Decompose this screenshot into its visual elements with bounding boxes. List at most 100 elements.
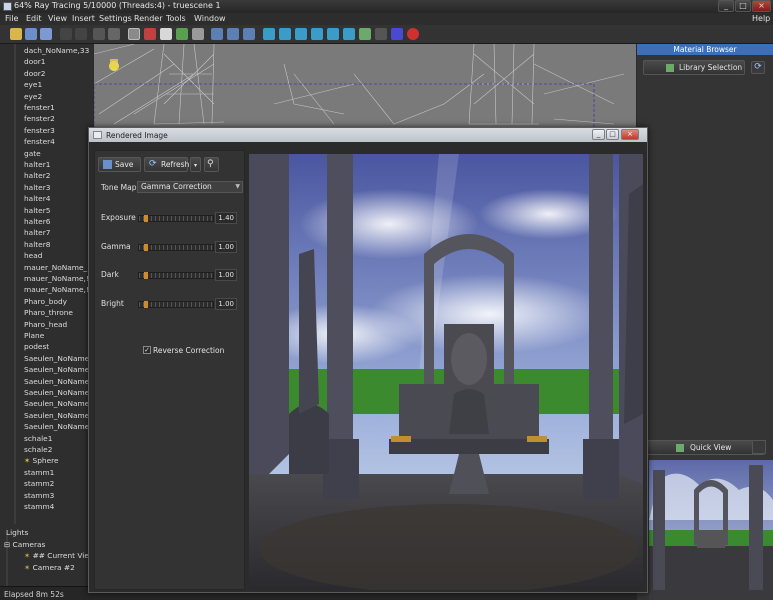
tree-item[interactable]: fenster4 — [24, 137, 55, 146]
pen-icon[interactable] — [93, 28, 105, 40]
tree-item[interactable]: stamm3 — [24, 491, 54, 500]
open-icon[interactable] — [10, 28, 22, 40]
gamma-value[interactable]: 1.00 — [215, 241, 237, 253]
gamma-slider[interactable] — [138, 244, 214, 251]
tree-item[interactable]: Saeulen_NoName — [24, 377, 89, 386]
undo-icon[interactable] — [60, 28, 72, 40]
close-button[interactable]: × — [752, 0, 771, 12]
tree-cameras[interactable]: ⊟ Cameras — [4, 540, 45, 549]
tree-item[interactable]: Saeulen_NoName — [24, 354, 89, 363]
tree-item[interactable]: halter8 — [24, 240, 50, 249]
slider-knob[interactable] — [144, 301, 148, 308]
tree-item[interactable]: halter2 — [24, 171, 50, 180]
tree-item[interactable]: fenster3 — [24, 126, 55, 135]
tree-item[interactable]: fenster1 — [24, 103, 55, 112]
tree-item[interactable]: schale2 — [24, 445, 52, 454]
reverse-correction-checkbox[interactable]: ✓ — [143, 346, 151, 354]
tree-item[interactable]: eye2 — [24, 92, 42, 101]
rw-maximize-button[interactable]: □ — [606, 129, 619, 140]
group-icon[interactable] — [227, 28, 239, 40]
tree-item[interactable]: halter3 — [24, 183, 50, 192]
tree-item[interactable]: Pharo_body — [24, 297, 67, 306]
tree-item[interactable]: stamm4 — [24, 502, 54, 511]
layout-5-icon[interactable] — [327, 28, 339, 40]
menu-settings[interactable]: Settings — [99, 14, 132, 23]
menu-window[interactable]: Window — [194, 14, 226, 23]
rotate-icon[interactable] — [176, 28, 188, 40]
tree-item[interactable]: Saeulen_NoName — [24, 411, 89, 420]
tree-item[interactable]: podest — [24, 342, 49, 351]
slider-knob[interactable] — [144, 215, 148, 222]
tree-item[interactable]: halter5 — [24, 206, 50, 215]
layout-2-icon[interactable] — [279, 28, 291, 40]
render-icon[interactable] — [391, 28, 403, 40]
tree-item[interactable]: eye1 — [24, 80, 42, 89]
redo-icon[interactable] — [75, 28, 87, 40]
zoom-icon[interactable] — [192, 28, 204, 40]
menu-render[interactable]: Render — [134, 14, 162, 23]
refresh-dropdown[interactable]: ▾ — [190, 157, 201, 172]
layout-4-icon[interactable] — [311, 28, 323, 40]
layout-3-icon[interactable] — [295, 28, 307, 40]
save-render-button[interactable]: Save — [98, 157, 141, 172]
tree-item[interactable]: ✶ Sphere — [24, 456, 59, 465]
tree-camera-2[interactable]: ✶ Camera #2 — [24, 563, 75, 572]
tree-item[interactable]: Plane — [24, 331, 44, 340]
library-selection-button[interactable]: Library Selection — [643, 60, 745, 75]
menu-view[interactable]: View — [48, 14, 67, 23]
save-icon[interactable] — [25, 28, 37, 40]
cube-view-icon[interactable] — [211, 28, 223, 40]
menu-tools[interactable]: Tools — [166, 14, 186, 23]
hand-icon[interactable] — [160, 28, 172, 40]
tree-item[interactable]: halter4 — [24, 194, 50, 203]
stop-render-icon[interactable] — [407, 28, 419, 40]
select-icon[interactable] — [128, 28, 140, 40]
tone-map-select[interactable]: Gamma Correction ▼ — [137, 181, 243, 193]
dark-value[interactable]: 1.00 — [215, 269, 237, 281]
bright-slider[interactable] — [138, 301, 214, 308]
rw-close-button[interactable]: × — [621, 129, 639, 140]
tree-lights[interactable]: Lights — [6, 528, 28, 537]
tree-item[interactable]: Pharo_head — [24, 320, 67, 329]
layout-1-icon[interactable] — [263, 28, 275, 40]
restore-button[interactable]: □ — [735, 0, 751, 12]
tree-item[interactable]: schale1 — [24, 434, 52, 443]
material-browser-header[interactable]: Material Browser — [637, 44, 773, 55]
tree-item[interactable]: halter1 — [24, 160, 50, 169]
refresh-render-button[interactable]: ⟳ Refresh — [144, 157, 189, 172]
quick-view-options-icon[interactable] — [752, 440, 766, 454]
quick-view-button[interactable]: Quick View — [645, 440, 765, 455]
menu-edit[interactable]: Edit — [26, 14, 42, 23]
slider-knob[interactable] — [144, 272, 148, 279]
slider-knob[interactable] — [144, 244, 148, 251]
tree-item[interactable]: dach_NoName,33 — [24, 46, 89, 55]
tree-item[interactable]: head — [24, 251, 42, 260]
tree-item[interactable]: Pharo_throne — [24, 308, 73, 317]
dark-slider[interactable] — [138, 272, 214, 279]
tree-item[interactable]: fenster2 — [24, 114, 55, 123]
tree-item[interactable]: halter7 — [24, 228, 50, 237]
tree-item[interactable]: mauer_NoName,! — [24, 274, 89, 283]
bright-value[interactable]: 1.00 — [215, 298, 237, 310]
layout-6-icon[interactable] — [343, 28, 355, 40]
menu-help[interactable]: Help — [752, 14, 770, 23]
sphere-icon[interactable] — [375, 28, 387, 40]
refresh-library-icon[interactable]: ⟳ — [751, 61, 765, 74]
tree-item[interactable]: mauer_NoName_ — [24, 263, 87, 272]
target-icon[interactable] — [144, 28, 156, 40]
minimize-button[interactable]: _ — [718, 0, 734, 12]
rw-minimize-button[interactable]: _ — [592, 129, 605, 140]
tree-item[interactable]: halter6 — [24, 217, 50, 226]
tree-item[interactable]: door1 — [24, 57, 45, 66]
tree-item[interactable]: Saeulen_NoName — [24, 422, 89, 431]
tree-item[interactable]: Saeulen_NoName — [24, 388, 89, 397]
menu-insert[interactable]: Insert — [72, 14, 95, 23]
tree-item[interactable]: stamm2 — [24, 479, 54, 488]
exposure-value[interactable]: 1.40 — [215, 212, 237, 224]
save-as-icon[interactable] — [40, 28, 52, 40]
material-icon[interactable] — [359, 28, 371, 40]
tree-item[interactable]: stamm1 — [24, 468, 54, 477]
tree-item[interactable]: Saeulen_NoName — [24, 365, 89, 374]
light-icon[interactable] — [108, 28, 120, 40]
zoom-render-button[interactable]: ⚲ — [204, 157, 219, 172]
